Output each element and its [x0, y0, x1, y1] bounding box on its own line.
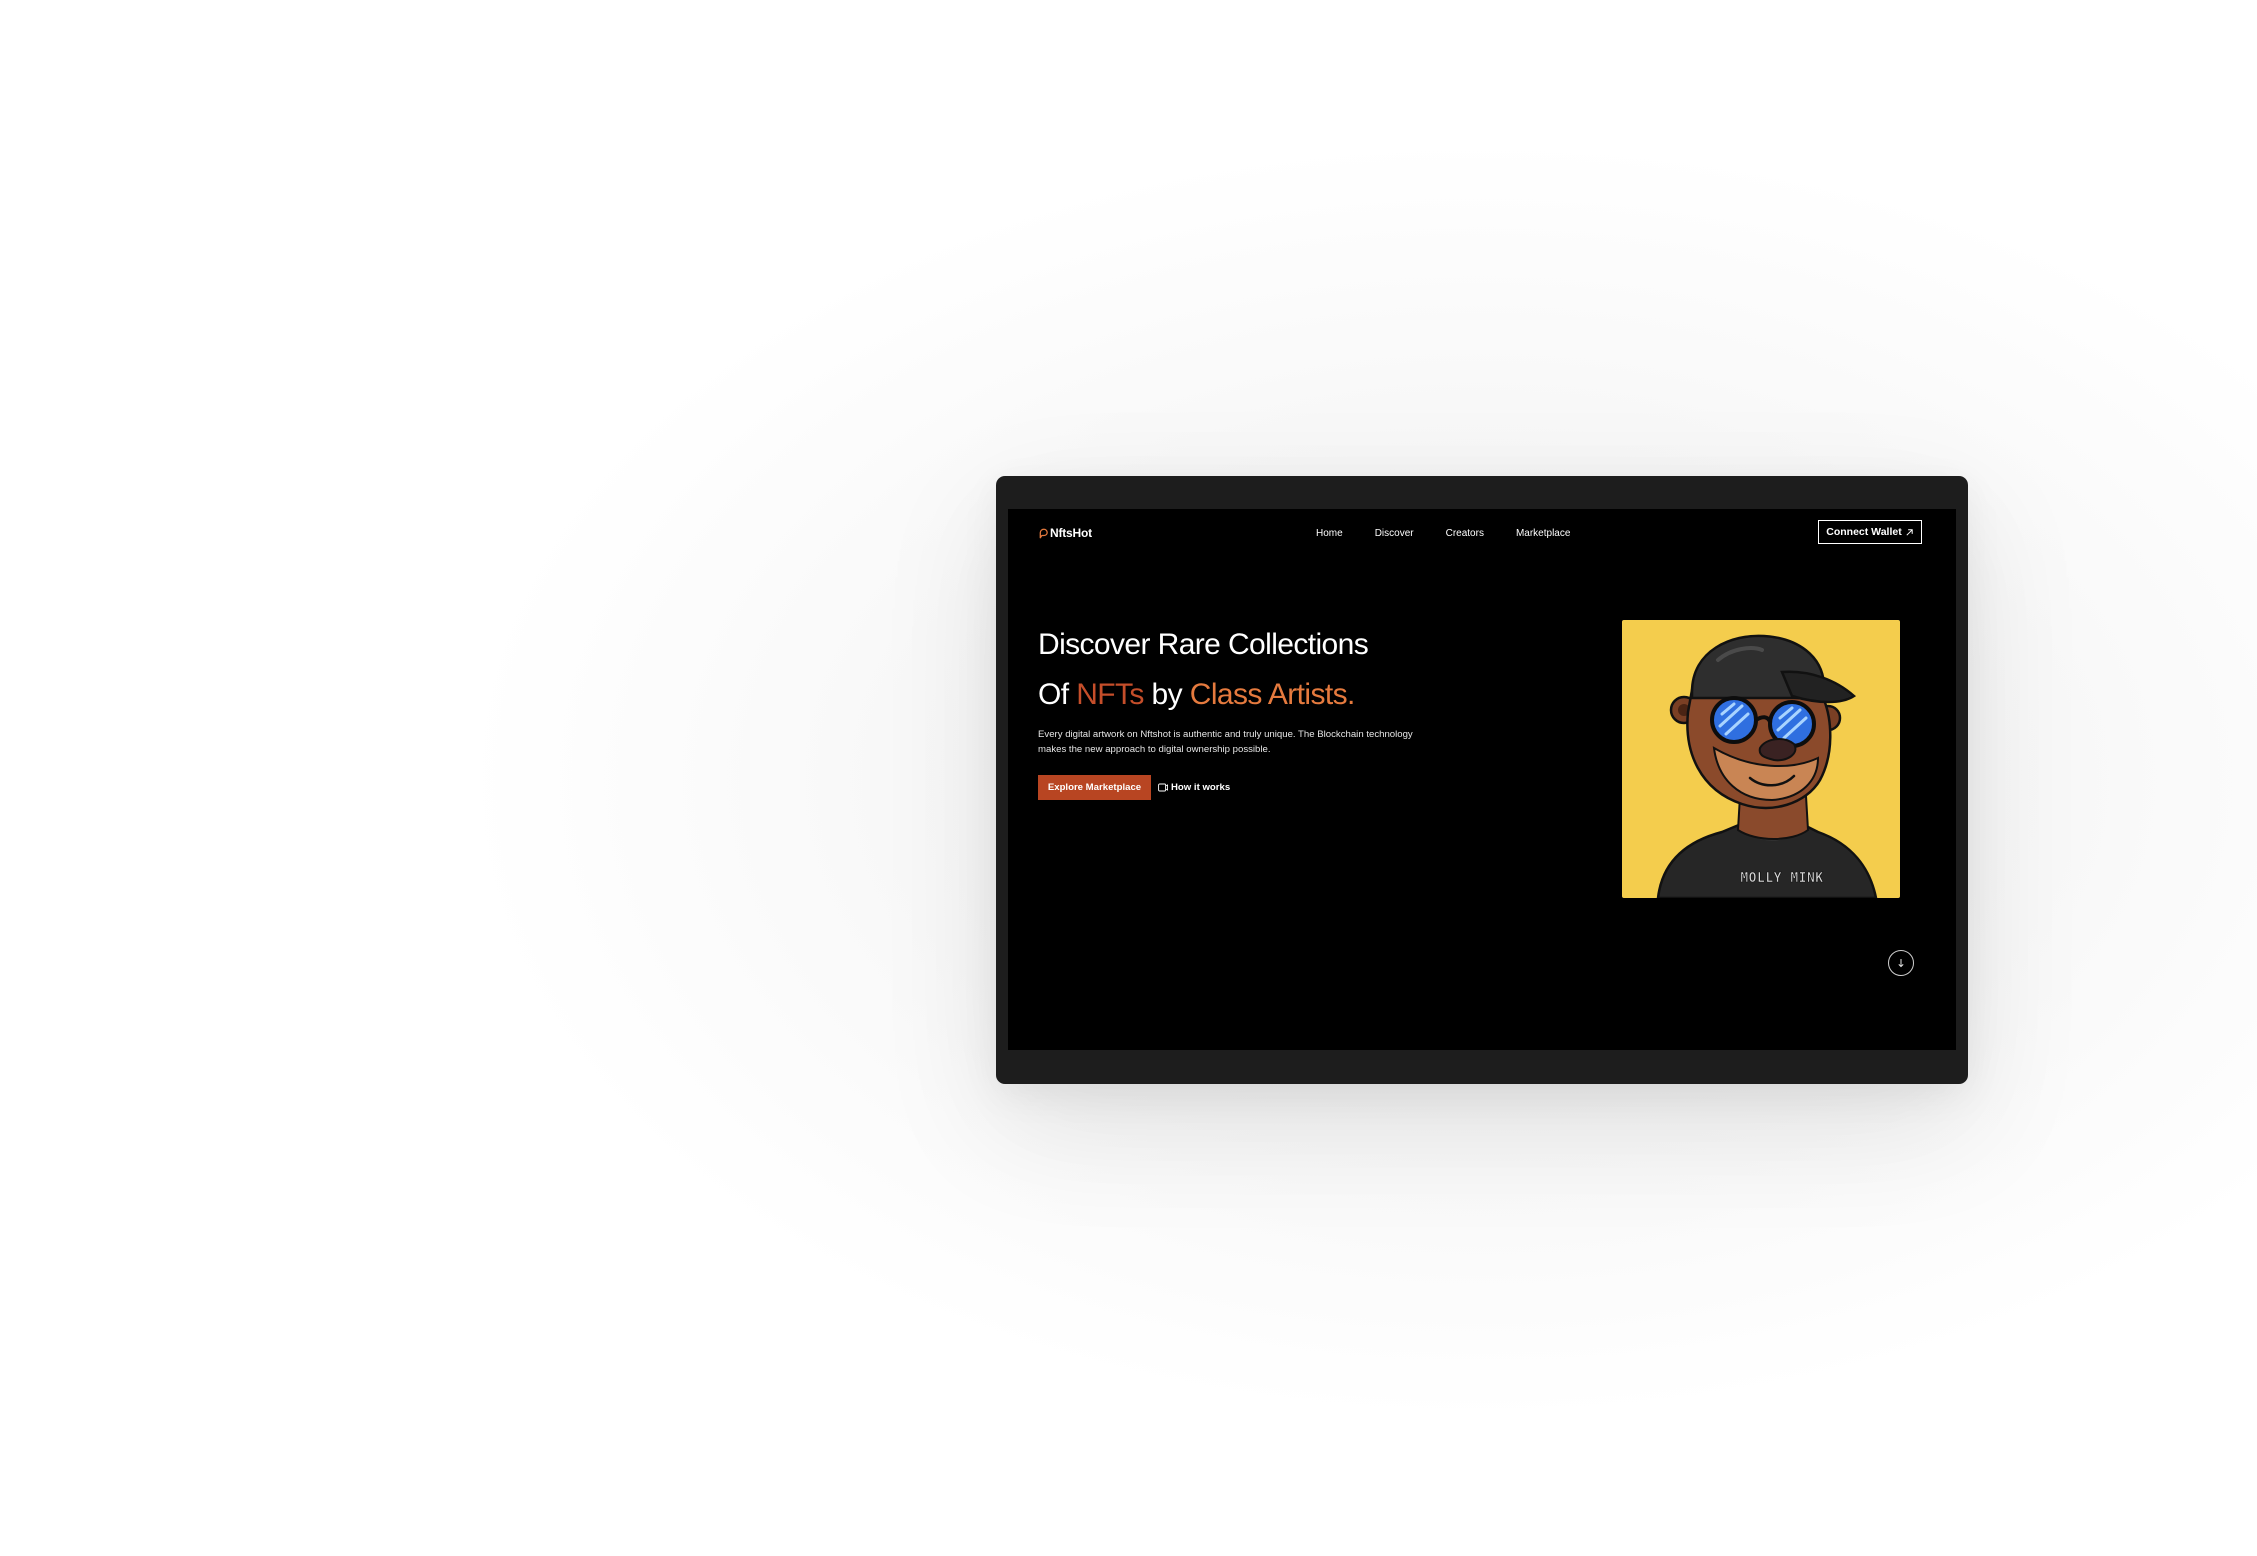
arrow-down-icon — [1898, 959, 1904, 968]
how-it-works-button[interactable]: How it works — [1158, 779, 1230, 796]
play-icon — [1158, 783, 1168, 792]
hero-headline: Discover Rare Collections Of NFTs by Cla… — [1038, 620, 1369, 720]
shirt-text: MOLLY MINK — [1740, 871, 1823, 886]
nav-creators-link[interactable]: Creators — [1446, 528, 1484, 539]
headline-prefix: Of — [1038, 678, 1077, 711]
flame-pin-icon — [1039, 528, 1048, 538]
how-it-works-label: How it works — [1171, 782, 1231, 793]
top-navigation: NftsHot Home Discover Creators Marketpla… — [1008, 509, 1956, 579]
scroll-down-button[interactable] — [1888, 950, 1914, 976]
featured-nft-artwork[interactable]: MOLLY MINK — [1622, 620, 1900, 898]
nav-home-link[interactable]: Home — [1316, 528, 1343, 539]
headline-highlight-artists: Class Artists. — [1189, 678, 1356, 711]
brand-name: NftsHot — [1050, 526, 1092, 540]
laptop-frame: NftsHot Home Discover Creators Marketpla… — [996, 476, 1968, 1084]
connect-wallet-label: Connect Wallet — [1826, 526, 1902, 538]
headline-line-1: Discover Rare Collections — [1038, 628, 1369, 661]
main-menu: Home Discover Creators Marketplace — [1316, 528, 1602, 539]
otter-character-illustration: MOLLY MINK — [1656, 634, 1878, 898]
connect-wallet-button[interactable]: Connect Wallet — [1818, 520, 1922, 544]
website-screen: NftsHot Home Discover Creators Marketpla… — [1008, 509, 1956, 1050]
explore-marketplace-button[interactable]: Explore Marketplace — [1038, 775, 1151, 800]
headline-highlight-nfts: NFTs — [1076, 678, 1144, 711]
nav-marketplace-link[interactable]: Marketplace — [1516, 528, 1570, 539]
hero-description: Every digital artwork on Nftshot is auth… — [1038, 729, 1413, 755]
arrow-up-right-icon — [1906, 528, 1913, 536]
headline-mid: by — [1143, 678, 1190, 711]
brand-logo[interactable]: NftsHot — [1038, 526, 1092, 540]
nav-discover-link[interactable]: Discover — [1375, 528, 1414, 539]
